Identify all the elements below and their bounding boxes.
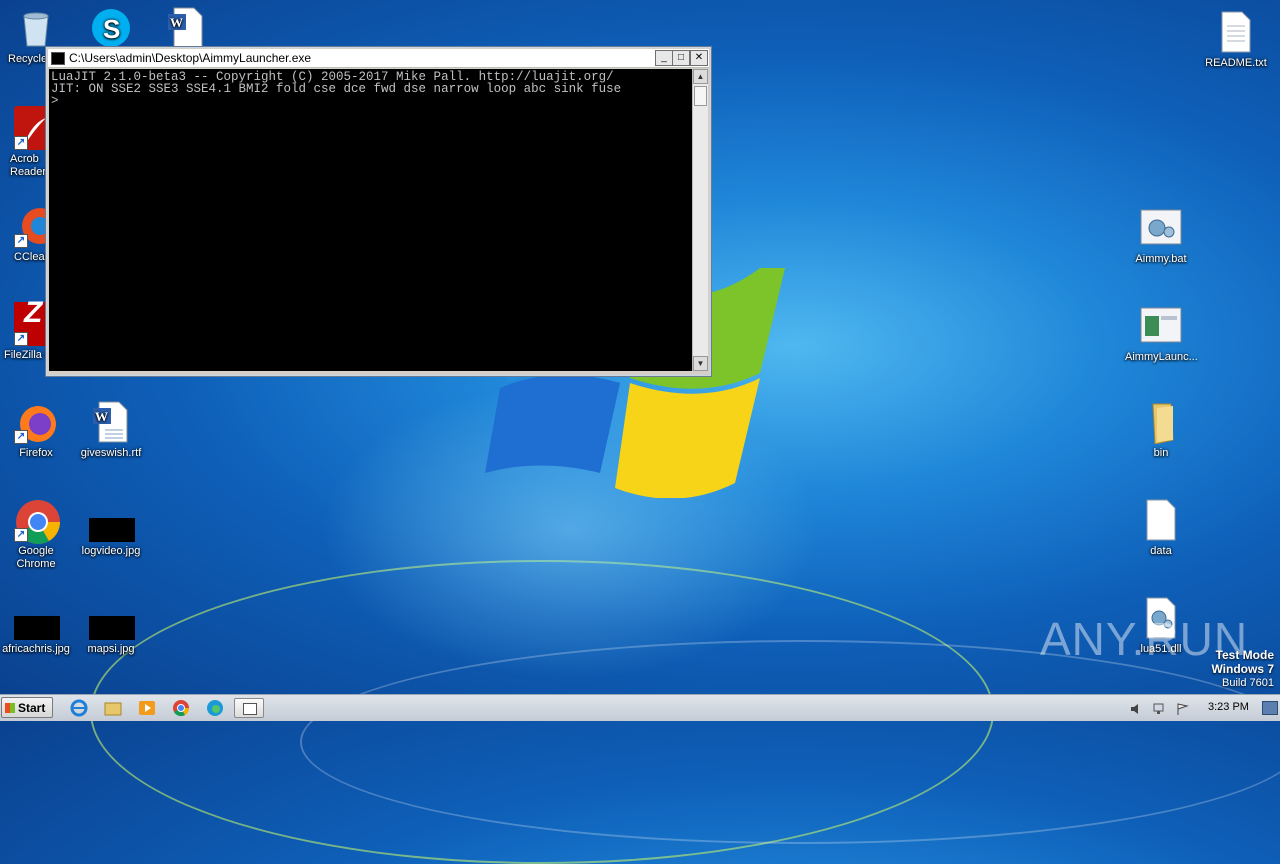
desktop-icon-aimmy-launcher[interactable]: AimmyLaunc... [1125, 304, 1198, 364]
edge-icon[interactable] [204, 698, 226, 718]
executable-icon [1139, 304, 1183, 348]
show-desktop-button[interactable] [1262, 701, 1278, 715]
shortcut-arrow-icon: ↗ [14, 136, 28, 150]
taskbar: Start 3:23 PM [0, 694, 1280, 721]
svg-text:S: S [103, 14, 120, 44]
taskbar-clock[interactable]: 3:23 PM [1208, 701, 1249, 713]
chrome-icon[interactable] [170, 698, 192, 718]
batch-file-icon [1139, 206, 1183, 250]
explorer-icon[interactable] [102, 698, 124, 718]
word-document-icon: W [89, 400, 133, 444]
console-output[interactable]: LuaJIT 2.1.0-beta3 -- Copyright (C) 2005… [49, 69, 692, 371]
media-player-icon[interactable] [136, 698, 158, 718]
desktop-icon-firefox[interactable]: ↗ Firefox [0, 400, 72, 460]
console-scrollbar[interactable]: ▲ ▼ [692, 69, 708, 371]
console-title-text: C:\Users\admin\Desktop\AimmyLauncher.exe [69, 51, 312, 65]
desktop-icon-giveswish[interactable]: W giveswish.rtf [75, 400, 147, 460]
desktop-icon-label: bin [1153, 447, 1169, 459]
recycle-bin-icon [14, 6, 58, 50]
desktop-icon-label: Firefox [19, 447, 53, 459]
minimize-button[interactable]: _ [655, 50, 673, 66]
desktop-icon-chrome[interactable]: ↗ Google Chrome [0, 498, 72, 571]
action-center-flag-icon[interactable] [1176, 702, 1189, 715]
wallpaper-arc [300, 640, 1280, 844]
desktop-icon-label: data [1150, 545, 1172, 557]
build-number-label: Build 7601 [1222, 677, 1274, 689]
desktop-icon-aimmy-bat[interactable]: Aimmy.bat [1125, 206, 1197, 266]
maximize-button[interactable]: □ [672, 50, 690, 66]
desktop-icon-logvideo[interactable]: logvideo.jpg [75, 498, 147, 558]
word-document-icon: W [164, 6, 208, 50]
shortcut-arrow-icon: ↗ [14, 430, 28, 444]
scroll-down-icon[interactable]: ▼ [693, 356, 708, 371]
console-line: JIT: ON SSE2 SSE3 SSE4.1 BMI2 fold cse d… [51, 82, 622, 96]
desktop-icon-label: Aimmy.bat [1135, 253, 1187, 265]
speaker-icon[interactable] [1130, 702, 1143, 714]
skype-icon: S [89, 6, 133, 50]
firefox-icon: ↗ [14, 400, 58, 444]
os-build-info: Test Mode Windows 7 Build 7601 [1211, 648, 1274, 690]
console-title-bar[interactable]: C:\Users\admin\Desktop\AimmyLauncher.exe… [48, 49, 709, 68]
close-button[interactable]: ✕ [690, 50, 708, 66]
windows-flag-icon [5, 703, 15, 713]
file-icon [1139, 498, 1183, 542]
image-file-icon [89, 596, 135, 640]
scrollbar-thumb[interactable] [694, 86, 707, 106]
desktop-icon-label: mapsi.jpg [87, 643, 135, 655]
console-app-icon[interactable] [234, 698, 264, 718]
desktop-icon-mapsi[interactable]: mapsi.jpg [75, 596, 147, 656]
desktop-icon-label: africachris.jpg [2, 643, 70, 655]
svg-text:W: W [95, 409, 108, 424]
desktop-icon-label: Google Chrome [16, 545, 56, 570]
desktop-icon-africachris[interactable]: africachris.jpg [0, 596, 72, 656]
shortcut-arrow-icon: ↗ [14, 332, 28, 346]
image-file-icon [14, 596, 60, 640]
text-file-icon [1214, 10, 1258, 54]
image-file-icon [89, 498, 135, 542]
console-window[interactable]: C:\Users\admin\Desktop\AimmyLauncher.exe… [45, 46, 712, 377]
desktop-icon-label: README.txt [1205, 57, 1267, 69]
svg-text:W: W [170, 15, 183, 30]
shortcut-arrow-icon: ↗ [14, 234, 28, 248]
desktop-icon-label: giveswish.rtf [80, 447, 142, 459]
console-app-icon [51, 52, 65, 65]
desktop-icon-bin-folder[interactable]: bin [1125, 400, 1197, 460]
desktop-icon-label: AimmyLaunc... [1125, 351, 1198, 363]
network-icon[interactable] [1153, 702, 1166, 714]
console-prompt: > [51, 94, 59, 108]
scroll-up-icon[interactable]: ▲ [693, 69, 708, 84]
desktop-icon-data[interactable]: data [1125, 498, 1197, 558]
test-mode-label: Test Mode [1215, 648, 1274, 662]
ie-icon[interactable] [68, 698, 90, 718]
windows-version-label: Windows 7 [1211, 662, 1274, 676]
start-button[interactable]: Start [1, 697, 53, 718]
folder-icon [1139, 400, 1183, 445]
shortcut-arrow-icon: ↗ [14, 528, 28, 542]
desktop-icon-label: logvideo.jpg [81, 545, 141, 557]
desktop-icon-readme[interactable]: README.txt [1200, 10, 1272, 70]
chrome-icon: ↗ [14, 498, 60, 544]
start-label: Start [18, 701, 46, 715]
